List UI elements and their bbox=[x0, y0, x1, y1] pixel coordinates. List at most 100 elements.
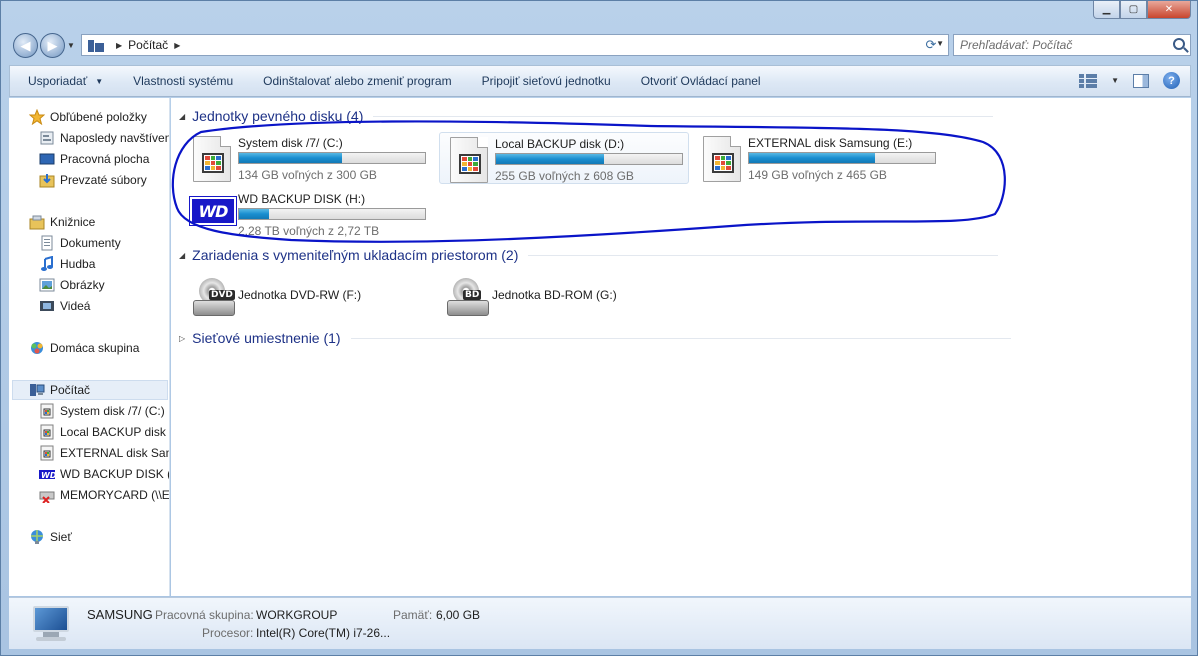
wd-drive-icon: WD bbox=[189, 196, 237, 226]
nav-libraries[interactable]: Knižnice bbox=[29, 212, 95, 232]
group-header-hdd[interactable]: ◢ Jednotky pevného disku (4) bbox=[179, 108, 994, 124]
nav-downloads[interactable]: Prevzaté súbory bbox=[39, 170, 147, 190]
nav-computer[interactable]: Počítač bbox=[29, 380, 90, 400]
nav-drive-c[interactable]: System disk /7/ (C:) bbox=[39, 401, 165, 421]
organize-label: Usporiadať bbox=[28, 74, 88, 88]
forward-button[interactable]: ▶ bbox=[40, 33, 65, 58]
breadcrumb-separator-icon[interactable]: ▶ bbox=[116, 41, 122, 50]
desktop-icon bbox=[39, 151, 55, 167]
system-properties-button[interactable]: Vlastnosti systému bbox=[118, 66, 248, 96]
breadcrumb-computer[interactable]: Počítač bbox=[128, 38, 168, 52]
computer-icon bbox=[88, 39, 104, 52]
navigation-pane: Obľúbené položky Naposledy navštívené Pr… bbox=[9, 98, 170, 596]
refresh-icon[interactable]: ⟳ bbox=[921, 35, 941, 55]
collapse-triangle-icon[interactable]: ◢ bbox=[179, 251, 185, 260]
network-icon bbox=[29, 529, 45, 545]
drive-name: EXTERNAL disk Samsung (E:) bbox=[748, 136, 913, 150]
address-row: ◀ ▶ ▼ ▶ Počítač ▶ ▼ ⟳ bbox=[9, 31, 1191, 59]
organize-button[interactable]: Usporiadať ▼ bbox=[10, 66, 118, 96]
nav-homegroup[interactable]: Domáca skupina bbox=[29, 338, 139, 358]
usage-bar-fill bbox=[749, 153, 876, 163]
optical-drive-name: Jednotka DVD-RW (F:) bbox=[238, 288, 362, 302]
explorer-window: ▁ ▢ ✕ ◀ ▶ ▼ ▶ Počítač ▶ ▼ ⟳ Usporiadať ▼ … bbox=[0, 0, 1198, 656]
close-button[interactable]: ✕ bbox=[1147, 1, 1191, 19]
videos-icon bbox=[39, 298, 55, 314]
usage-bar bbox=[238, 152, 426, 164]
drive-e[interactable]: EXTERNAL disk Samsung (E:) 149 GB voľnýc… bbox=[693, 132, 943, 184]
minimize-button[interactable]: ▁ bbox=[1093, 1, 1120, 19]
disconnected-network-drive-icon bbox=[39, 487, 55, 504]
nav-desktop[interactable]: Pracovná plocha bbox=[39, 149, 149, 169]
search-input[interactable] bbox=[960, 38, 1160, 52]
change-view-icon[interactable] bbox=[1079, 73, 1098, 88]
computer-name: SAMSUNG bbox=[87, 607, 153, 622]
optical-drive-name: Jednotka BD-ROM (G:) bbox=[492, 288, 617, 302]
svg-text:WD: WD bbox=[41, 471, 55, 480]
nav-homegroup-label: Domáca skupina bbox=[50, 341, 140, 355]
group-header-network[interactable]: ▷ Sieťové umiestnenie (1) bbox=[179, 330, 1011, 346]
view-options-dropdown[interactable]: ▼ bbox=[1111, 76, 1119, 85]
memory-label: Pamäť: bbox=[393, 608, 433, 622]
back-button[interactable]: ◀ bbox=[13, 33, 38, 58]
drive-f-dvd[interactable]: DVD Jednotka DVD-RW (F:) bbox=[183, 274, 433, 320]
nav-drive-c-label: System disk /7/ (C:) bbox=[60, 404, 165, 418]
group-removable-label: Zariadenia s vymeniteľným ukladacím prie… bbox=[192, 247, 519, 263]
recent-places-icon bbox=[39, 130, 55, 146]
nav-memorycard-label: MEMORYCARD (\\EI bbox=[60, 488, 170, 502]
windows-drive-icon bbox=[39, 445, 55, 461]
help-icon[interactable]: ? bbox=[1163, 72, 1180, 89]
nav-downloads-label: Prevzaté súbory bbox=[60, 173, 147, 187]
open-control-panel-button[interactable]: Otvoriť Ovládací panel bbox=[626, 66, 776, 96]
uninstall-program-button[interactable]: Odinštalovať alebo zmeniť program bbox=[248, 66, 466, 96]
preview-pane-icon[interactable] bbox=[1133, 73, 1149, 88]
pictures-icon bbox=[39, 277, 55, 293]
nav-documents[interactable]: Dokumenty bbox=[39, 233, 121, 253]
breadcrumb-chevron-icon[interactable]: ▶ bbox=[174, 41, 180, 50]
nav-drive-d[interactable]: Local BACKUP disk (D:) bbox=[39, 422, 169, 442]
computer-icon bbox=[29, 382, 45, 398]
processor-label: Procesor: bbox=[202, 626, 254, 640]
windows-drive-icon bbox=[450, 137, 488, 183]
recent-pages-dropdown[interactable]: ▼ bbox=[67, 41, 75, 50]
collapse-triangle-icon[interactable]: ◢ bbox=[179, 112, 185, 121]
nav-music[interactable]: Hudba bbox=[39, 254, 95, 274]
nav-favorites[interactable]: Obľúbené položky bbox=[28, 107, 147, 127]
drive-name: WD BACKUP DISK (H:) bbox=[238, 192, 366, 206]
nav-drive-e[interactable]: EXTERNAL disk Samsung (E:) bbox=[39, 443, 169, 463]
homegroup-icon bbox=[29, 340, 45, 356]
nav-recent-places[interactable]: Naposledy navštívené bbox=[39, 128, 170, 148]
processor-value: Intel(R) Core(TM) i7-26... bbox=[256, 626, 391, 640]
nav-computer-label: Počítač bbox=[50, 383, 91, 397]
nav-recent-label: Naposledy navštívené bbox=[60, 131, 170, 145]
usage-bar-fill bbox=[496, 154, 605, 164]
drive-free-space: 134 GB voľných z 300 GB bbox=[238, 168, 377, 182]
group-hdd-label: Jednotky pevného disku (4) bbox=[192, 108, 364, 124]
drive-d[interactable]: Local BACKUP disk (D:) 255 GB voľných z … bbox=[439, 132, 689, 184]
map-network-drive-button[interactable]: Pripojiť sieťovú jednotku bbox=[467, 66, 626, 96]
nav-memorycard[interactable]: MEMORYCARD (\\EI bbox=[39, 485, 170, 505]
workgroup-value: WORKGROUP bbox=[256, 608, 338, 622]
details-pane: SAMSUNG Pracovná skupina: WORKGROUP Pamä… bbox=[9, 597, 1191, 649]
drive-c[interactable]: System disk /7/ (C:) 134 GB voľných z 30… bbox=[183, 132, 433, 184]
downloads-folder-icon bbox=[39, 172, 55, 188]
drive-g-bd[interactable]: BD Jednotka BD-ROM (G:) bbox=[437, 274, 687, 320]
nav-network[interactable]: Sieť bbox=[29, 527, 72, 547]
nav-videos[interactable]: Videá bbox=[39, 296, 90, 316]
bd-badge: BD bbox=[463, 290, 482, 300]
windows-drive-icon bbox=[39, 403, 55, 419]
nav-pictures[interactable]: Obrázky bbox=[39, 275, 105, 295]
nav-drive-e-label: EXTERNAL disk Samsung (E:) bbox=[60, 446, 169, 460]
bd-drive-icon: BD bbox=[445, 278, 491, 318]
dvd-drive-icon: DVD bbox=[191, 278, 237, 318]
nav-drive-h[interactable]: WD WD BACKUP DISK (H:) bbox=[39, 464, 169, 484]
maximize-button[interactable]: ▢ bbox=[1120, 1, 1147, 19]
group-divider bbox=[373, 115, 994, 117]
drive-name: System disk /7/ (C:) bbox=[238, 136, 343, 150]
drive-h[interactable]: WD WD BACKUP DISK (H:) 2,28 TB voľných z… bbox=[183, 188, 433, 240]
search-icon[interactable] bbox=[1173, 38, 1185, 50]
libraries-icon bbox=[29, 214, 45, 230]
expand-triangle-icon[interactable]: ▷ bbox=[179, 334, 185, 343]
address-bar[interactable]: ▶ Počítač ▶ ▼ bbox=[81, 34, 949, 56]
group-header-removable[interactable]: ◢ Zariadenia s vymeniteľným ukladacím pr… bbox=[179, 247, 999, 263]
search-box[interactable] bbox=[953, 34, 1191, 56]
